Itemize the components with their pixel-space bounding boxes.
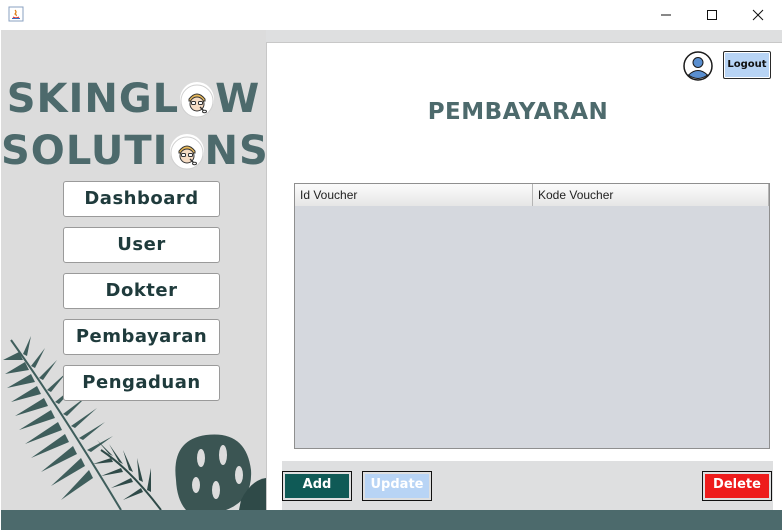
main-panel: Logout PEMBAYARAN Id Voucher Kode Vouche…: [266, 42, 782, 511]
sidebar-item-user[interactable]: User: [63, 227, 220, 263]
table-body[interactable]: [295, 206, 769, 448]
column-header-id-voucher[interactable]: Id Voucher: [295, 184, 533, 206]
close-button[interactable]: [735, 0, 781, 30]
maximize-button[interactable]: [689, 0, 735, 30]
maximize-icon: [707, 10, 717, 20]
footer-strip: [1, 510, 782, 530]
brand-text: SOLUTI: [1, 128, 169, 174]
sidebar: SKINGL W SOLUTI NS Dashboard User Dokter…: [1, 30, 266, 510]
brand-title-line1: SKINGL W: [1, 76, 266, 122]
minimize-icon: [661, 14, 671, 16]
content-area: SKINGL W SOLUTI NS Dashboard User Dokter…: [1, 30, 782, 530]
delete-button[interactable]: Delete: [702, 471, 772, 501]
voucher-table[interactable]: Id Voucher Kode Voucher: [294, 183, 770, 449]
sidebar-item-dokter[interactable]: Dokter: [63, 273, 220, 309]
brand-text: SKINGL: [6, 76, 180, 122]
update-button[interactable]: Update: [362, 471, 432, 501]
table-header: Id Voucher Kode Voucher: [295, 184, 769, 206]
sidebar-item-pembayaran[interactable]: Pembayaran: [63, 319, 220, 355]
page-title: PEMBAYARAN: [427, 99, 609, 125]
sidebar-item-dashboard[interactable]: Dashboard: [63, 181, 220, 217]
column-header-kode-voucher[interactable]: Kode Voucher: [533, 184, 769, 206]
brand-text: W: [215, 76, 261, 122]
brand-title-line2: SOLUTI NS: [1, 128, 266, 174]
leaf-decoration: [3, 336, 266, 510]
delete-button-label: Delete: [705, 474, 769, 498]
minimize-button[interactable]: [643, 0, 689, 30]
logout-button[interactable]: Logout: [723, 51, 771, 79]
close-icon: [752, 9, 764, 21]
app-window: SKINGL W SOLUTI NS Dashboard User Dokter…: [0, 0, 783, 530]
brand-text: NS: [204, 128, 266, 174]
logo-icon: [180, 82, 215, 118]
add-button-label: Add: [285, 474, 349, 498]
action-bar: Add Update Delete: [282, 461, 773, 511]
logo-icon: [169, 134, 204, 170]
update-button-label: Update: [365, 474, 429, 498]
user-avatar-icon[interactable]: [683, 51, 713, 81]
title-bar: [0, 0, 783, 30]
add-button[interactable]: Add: [282, 471, 352, 501]
java-icon: [8, 6, 24, 22]
sidebar-item-pengaduan[interactable]: Pengaduan: [63, 365, 220, 401]
